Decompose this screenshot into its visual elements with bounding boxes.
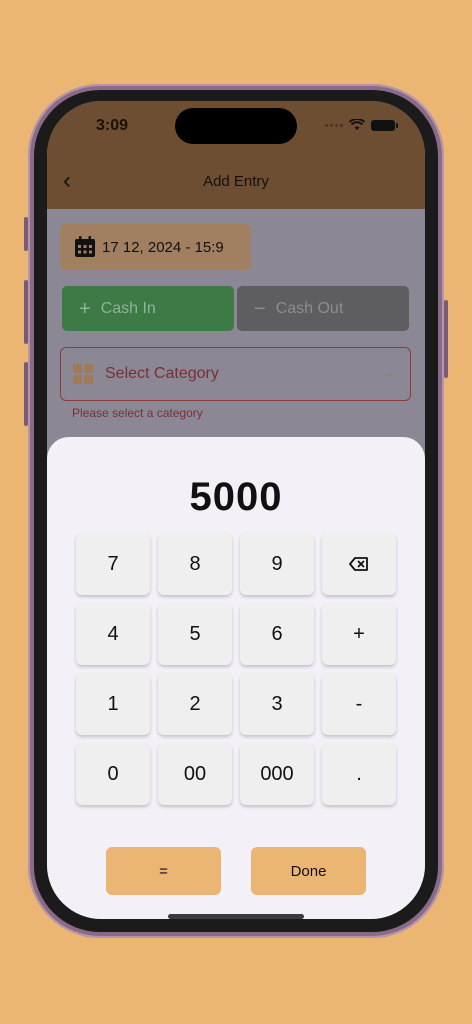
calendar-icon <box>75 236 95 257</box>
key-8[interactable]: 8 <box>158 533 232 595</box>
cash-out-label: Cash Out <box>275 299 344 317</box>
key-4[interactable]: 4 <box>76 603 150 665</box>
phone-power-button <box>444 300 448 378</box>
status-icons <box>325 119 398 131</box>
app-bar: 3:09 ‹ Add Entry <box>47 101 425 209</box>
phone-silent-switch <box>24 217 28 251</box>
category-placeholder: Select Category <box>105 365 219 382</box>
dynamic-island <box>175 108 297 144</box>
key-3[interactable]: 3 <box>240 673 314 735</box>
screen: 3:09 ‹ Add Entry 17 12, 2024 - 15:9 + Ca… <box>47 101 425 919</box>
phone-volume-down <box>24 362 28 426</box>
calculator-sheet: 5000 7 8 9 4 5 6 + 1 2 3 - 0 00 000 . = … <box>47 437 425 919</box>
plus-icon: + <box>79 297 91 320</box>
calculator-actions: = Done <box>106 847 366 895</box>
key-decimal[interactable]: . <box>322 743 396 805</box>
cash-in-button[interactable]: + Cash In <box>62 286 234 331</box>
signal-icon <box>325 123 343 127</box>
key-000[interactable]: 000 <box>240 743 314 805</box>
done-button[interactable]: Done <box>251 847 366 895</box>
arrow-right-icon: → <box>378 362 396 382</box>
key-minus[interactable]: - <box>322 673 396 735</box>
phone-volume-up <box>24 280 28 344</box>
date-text: 17 12, 2024 - 15:9 <box>102 238 224 256</box>
keypad: 7 8 9 4 5 6 + 1 2 3 - 0 00 000 . <box>76 533 396 805</box>
backspace-icon <box>349 557 368 571</box>
key-0[interactable]: 0 <box>76 743 150 805</box>
backspace-key[interactable] <box>322 533 396 595</box>
minus-icon: − <box>254 297 266 320</box>
key-6[interactable]: 6 <box>240 603 314 665</box>
wifi-icon <box>349 119 365 130</box>
key-9[interactable]: 9 <box>240 533 314 595</box>
key-5[interactable]: 5 <box>158 603 232 665</box>
category-error-text: Please select a category <box>72 406 203 420</box>
key-plus[interactable]: + <box>322 603 396 665</box>
category-grid-icon <box>73 364 93 384</box>
key-2[interactable]: 2 <box>158 673 232 735</box>
select-category-field[interactable]: Select Category → <box>60 347 411 401</box>
key-00[interactable]: 00 <box>158 743 232 805</box>
date-picker-button[interactable]: 17 12, 2024 - 15:9 <box>60 224 251 270</box>
equals-button[interactable]: = <box>106 847 221 895</box>
key-7[interactable]: 7 <box>76 533 150 595</box>
cash-in-label: Cash In <box>100 299 156 317</box>
home-indicator[interactable] <box>168 914 304 919</box>
battery-icon <box>371 119 398 131</box>
cash-out-button[interactable]: − Cash Out <box>237 286 409 331</box>
status-time: 3:09 <box>96 117 129 134</box>
page-title: Add Entry <box>203 173 269 190</box>
key-1[interactable]: 1 <box>76 673 150 735</box>
amount-display: 5000 <box>189 475 283 519</box>
